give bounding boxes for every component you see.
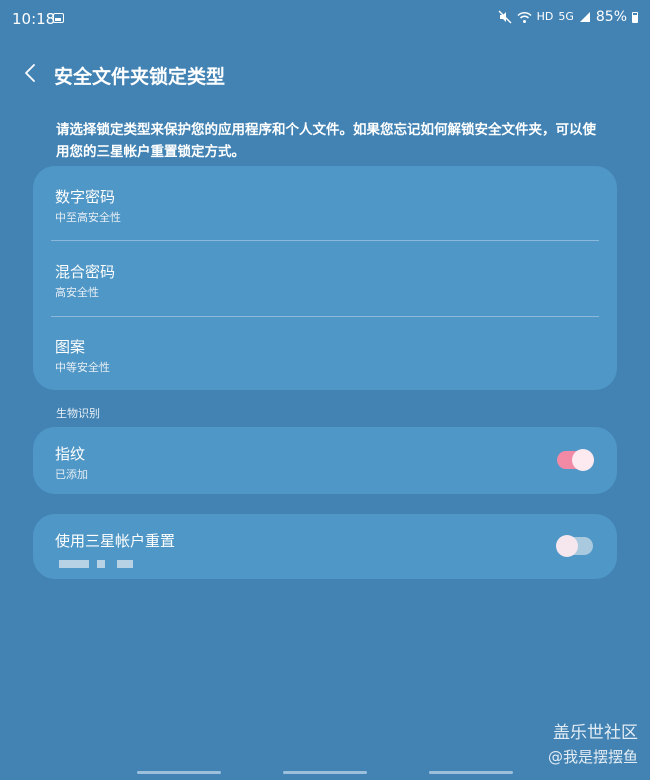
samsung-reset-toggle[interactable] bbox=[556, 535, 593, 557]
status-time: 10:18 bbox=[12, 10, 56, 28]
toggle-knob bbox=[556, 535, 578, 557]
lock-option-title: 图案 bbox=[55, 338, 86, 356]
redacted-account-info bbox=[59, 560, 89, 568]
page-description: 请选择锁定类型来保护您的应用程序和个人文件。如果您忘记如何解锁安全文件夹，可以使… bbox=[56, 122, 596, 160]
signal-icon bbox=[579, 12, 590, 22]
redacted-account-info bbox=[97, 560, 105, 568]
lock-option-password[interactable]: 混合密码 高安全性 bbox=[33, 241, 617, 315]
lock-option-subtitle: 中至高安全性 bbox=[55, 211, 121, 224]
nav-home-button[interactable] bbox=[283, 771, 367, 774]
page-title: 安全文件夹锁定类型 bbox=[54, 66, 226, 88]
lock-option-title: 数字密码 bbox=[55, 188, 116, 206]
wifi-icon bbox=[517, 11, 532, 23]
status-bar: 10:18 HD 5G 85% bbox=[0, 0, 650, 38]
lock-option-pattern[interactable]: 图案 中等安全性 bbox=[33, 317, 617, 391]
battery-percentage: 85% bbox=[595, 9, 627, 25]
fingerprint-title: 指纹 bbox=[55, 445, 86, 463]
redacted-account-info bbox=[117, 560, 133, 568]
fingerprint-card[interactable]: 指纹 已添加 bbox=[33, 427, 617, 494]
watermark-community: 盖乐世社区 bbox=[553, 723, 638, 743]
lock-type-card: 数字密码 中至高安全性 混合密码 高安全性 图案 中等安全性 bbox=[33, 166, 617, 390]
lock-option-subtitle: 中等安全性 bbox=[55, 361, 110, 374]
status-icons: HD 5G 85% bbox=[498, 9, 638, 25]
samsung-account-reset-card[interactable]: 使用三星帐户重置 bbox=[33, 514, 617, 579]
mute-icon bbox=[498, 10, 512, 24]
lock-option-title: 混合密码 bbox=[55, 263, 116, 281]
watermark-author: @我是摆摆鱼 bbox=[547, 748, 638, 766]
back-arrow-icon[interactable] bbox=[20, 62, 42, 84]
gallery-notification-icon bbox=[53, 13, 64, 23]
5g-indicator: 5G bbox=[558, 10, 574, 23]
fingerprint-toggle[interactable] bbox=[557, 449, 594, 471]
nav-back-button[interactable] bbox=[429, 771, 513, 774]
app-header: 安全文件夹锁定类型 bbox=[0, 52, 650, 96]
toggle-knob bbox=[572, 449, 594, 471]
nav-recents-button[interactable] bbox=[137, 771, 221, 774]
section-header-biometrics: 生物识别 bbox=[56, 407, 100, 420]
battery-icon bbox=[632, 11, 638, 23]
fingerprint-subtitle: 已添加 bbox=[55, 468, 88, 481]
lock-option-pin[interactable]: 数字密码 中至高安全性 bbox=[33, 166, 617, 240]
hd-indicator: HD bbox=[536, 10, 554, 23]
lock-option-subtitle: 高安全性 bbox=[55, 286, 99, 299]
samsung-reset-title: 使用三星帐户重置 bbox=[55, 532, 176, 550]
